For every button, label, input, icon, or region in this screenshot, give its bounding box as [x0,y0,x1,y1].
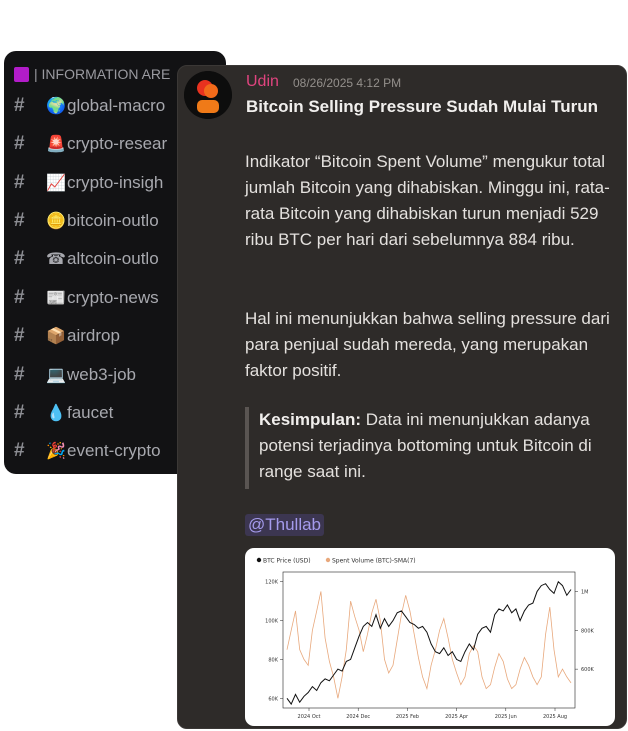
channel-web3-job[interactable]: # 💻 web3-job [14,360,136,390]
legend-marker-volume [325,557,331,563]
channel-crypto-insight[interactable]: # 📈 crypto-insigh [14,168,163,198]
price-series-line [286,580,572,706]
purple-square-icon [14,66,29,82]
message-timestamp: 08/26/2025 4:12 PM [293,76,402,90]
channel-name: crypto-insigh [67,173,164,192]
hashtag-icon: # [14,325,25,346]
x-tick-label: 2024 Dec [346,714,370,720]
channel-name: crypto-news [67,288,159,307]
x-tick-label: 2024 Oct [298,714,321,720]
siren-icon: 🚨 [46,136,66,153]
volume-series-line [286,591,572,699]
party-popper-icon: 🎉 [46,443,66,460]
newspaper-icon: 📰 [46,290,66,307]
channel-name: global-macro [67,96,166,115]
y-left-tick-label: 120K [265,580,279,586]
message-paragraph: Hal ini menunjukkan bahwa selling pressu… [245,309,610,380]
channel-name: crypto-resear [67,134,168,153]
plot-frame [282,571,576,709]
legend-label-price: BTC Price (USD) [263,558,311,565]
user-avatar-icon [184,71,232,119]
channel-name: event-crypto [67,441,161,460]
channel-airdrop[interactable]: # 📦 airdrop [14,321,120,351]
x-tick-label: 2025 Jun [495,714,517,720]
chart-up-icon: 📈 [46,175,66,192]
y-right-tick-label: 1M [581,589,589,595]
hashtag-icon: # [14,402,25,423]
hashtag-icon: # [14,287,25,308]
author-name[interactable]: Udin [246,73,279,91]
y-left-tick-label: 80K [268,657,278,663]
x-tick-label: 2025 Apr [445,714,469,720]
x-tick-label: 2025 Feb [396,714,419,720]
user-mention[interactable]: @Thullab [245,514,325,536]
telephone-icon: ☎ [46,251,66,268]
message-paragraph: Indikator “Bitcoin Spent Volume” menguku… [245,152,610,249]
channel-name: bitcoin-outlo [67,211,159,230]
channel-crypto-research[interactable]: # 🚨 crypto-resear [14,129,167,159]
droplet-icon: 💧 [46,405,66,422]
hashtag-icon: # [14,248,25,269]
y-left-tick-label: 60K [268,696,278,702]
channel-name: faucet [67,403,114,422]
chart-attachment[interactable]: BTC Price (USD) Spent Volume (BTC)-SMA(7)… [245,548,615,726]
quote-label: Kesimpulan: [259,410,362,429]
channel-name: altcoin-outlo [67,249,159,268]
category-header[interactable]: | INFORMATION ARE [14,65,170,83]
channel-name: airdrop [67,326,120,345]
legend-marker-price [256,557,262,563]
hashtag-icon: # [14,440,25,461]
coin-icon: 🪙 [46,213,66,230]
channel-altcoin-outlook[interactable]: # ☎ altcoin-outlo [14,244,159,274]
hashtag-icon: # [14,210,25,231]
category-label: | INFORMATION ARE [34,66,171,82]
package-icon: 📦 [46,328,66,345]
btc-spent-volume-chart: BTC Price (USD) Spent Volume (BTC)-SMA(7)… [256,557,595,720]
x-tick-label: 2025 Aug [543,714,567,720]
hashtag-icon: # [14,133,25,154]
channel-event-crypto[interactable]: # 🎉 event-crypto [14,436,161,466]
avatar[interactable] [184,71,232,119]
channel-faucet[interactable]: # 💧 faucet [14,398,113,428]
channel-bitcoin-outlook[interactable]: # 🪙 bitcoin-outlo [14,206,159,236]
hashtag-icon: # [14,172,25,193]
hashtag-icon: # [14,364,25,385]
y-right-tick-label: 800K [581,628,595,634]
message-card: Udin 08/26/2025 4:12 PM Bitcoin Selling … [177,65,627,729]
y-left-tick-label: 100K [265,619,279,625]
hashtag-icon: # [14,95,25,116]
y-right-tick-label: 600K [581,667,595,673]
quote-text: Kesimpulan: Data ini menunjukkan adanya … [259,407,619,485]
blockquote: Kesimpulan: Data ini menunjukkan adanya … [245,407,621,489]
globe-icon: 🌍 [46,98,66,115]
legend-label-volume: Spent Volume (BTC)-SMA(7) [332,558,416,565]
laptop-icon: 💻 [46,367,66,384]
message-title: Bitcoin Selling Pressure Sudah Mulai Tur… [246,97,599,116]
channel-name: web3-job [67,365,136,384]
channel-global-macro[interactable]: # 🌍 global-macro [14,91,165,121]
channel-crypto-news[interactable]: # 📰 crypto-news [14,283,159,313]
